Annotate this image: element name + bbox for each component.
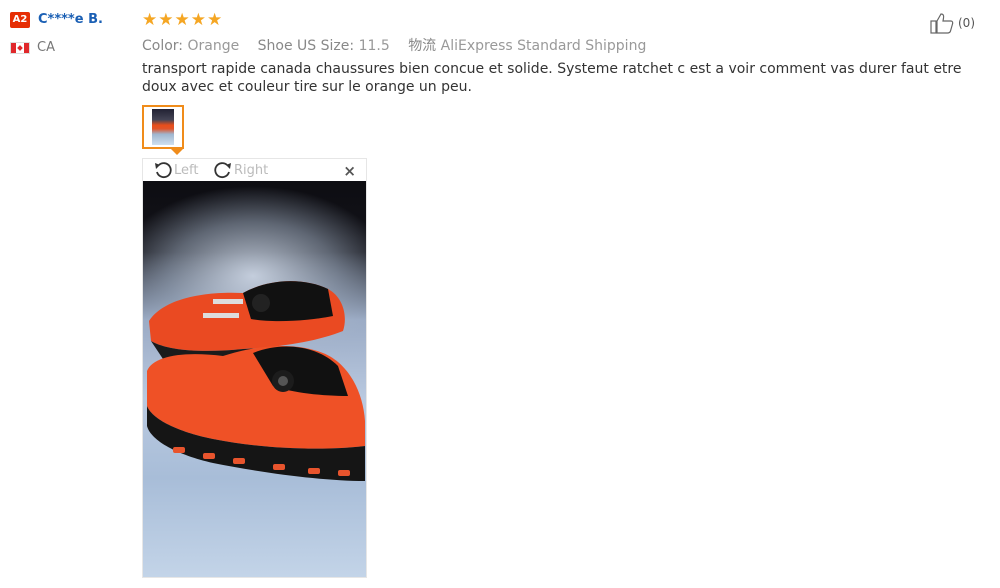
rotate-right-icon — [214, 162, 231, 179]
size-label: Shoe US Size: — [257, 38, 355, 54]
helpful-count: (0) — [958, 16, 975, 30]
rotate-right-button[interactable]: Right — [213, 160, 268, 180]
shipping-value: AliExpress Standard Shipping — [440, 38, 647, 54]
rotate-left-label: Left — [174, 162, 199, 178]
order-attributes: Color: Orange Shoe US Size: 11.5 物流 AliE… — [142, 35, 660, 55]
rotate-left-icon — [155, 162, 172, 179]
rotate-right-label: Right — [234, 162, 269, 178]
review-photo-thumbnail[interactable] — [142, 105, 184, 149]
photo-viewer: Left Right × — [142, 158, 367, 578]
color-label: Color: — [142, 38, 184, 54]
review-photo — [143, 181, 366, 577]
thumbnail-image — [152, 109, 174, 145]
viewer-toolbar: Left Right × — [143, 159, 366, 181]
color-value: Orange — [187, 38, 240, 54]
buyer-level-badge: A2 — [10, 12, 30, 28]
canada-flag-icon — [10, 42, 30, 54]
cycling-shoes-image — [147, 281, 365, 481]
thumbnail-pointer — [171, 149, 183, 155]
reviewer-country: CA — [37, 40, 55, 55]
rotate-left-button[interactable]: Left — [153, 160, 198, 180]
review-item: A2 C****e B. CA ★★★★★ Color: Orange Shoe… — [0, 0, 1000, 588]
size-value: 11.5 — [358, 38, 390, 54]
thumbs-up-icon — [930, 13, 954, 34]
star-rating: ★★★★★ — [142, 10, 224, 30]
helpful-button[interactable]: (0) — [930, 12, 975, 34]
review-text: transport rapide canada chaussures bien … — [142, 61, 962, 95]
close-viewer-button[interactable]: × — [343, 162, 356, 180]
shipping-label: 物流 — [408, 38, 437, 54]
reviewer-name[interactable]: C****e B. — [38, 12, 103, 27]
